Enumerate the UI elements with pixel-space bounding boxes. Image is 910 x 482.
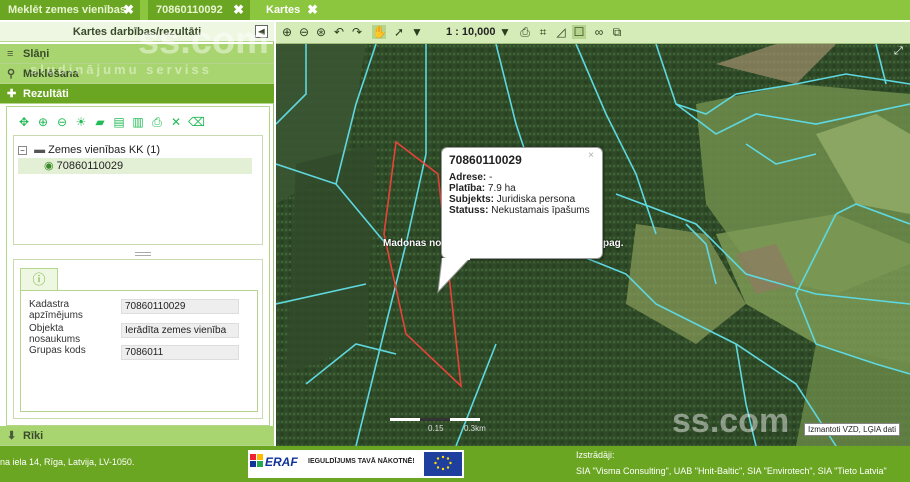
layers-icon: ≡ <box>7 48 14 60</box>
developers-list: SIA "Visma Consulting", UAB "Hnit-Baltic… <box>576 466 887 476</box>
section-tools[interactable]: ⬇ Rīki <box>0 426 274 446</box>
full-extent-icon[interactable]: ⊛ <box>314 25 328 39</box>
popup-subject: Subjekts: Juridiska persona <box>449 194 576 205</box>
svg-text:ERAF: ERAF <box>265 455 298 469</box>
document-icon[interactable]: ▤ <box>112 115 126 129</box>
section-results-label: Rezultāti <box>23 88 69 100</box>
section-layers-label: Slāņi <box>23 48 50 60</box>
tree-group[interactable]: − ▬ Zemes vienības KK (1) <box>18 142 160 158</box>
folder-icon: ▬ <box>34 144 46 156</box>
map-attribution: Izmantoti VZD, LĢIA dati <box>804 423 901 436</box>
field-label: Kadastra apzīmējums <box>29 299 83 321</box>
pan-hand-icon[interactable]: ✋ <box>372 25 387 39</box>
collapse-icon[interactable]: − <box>18 145 27 155</box>
zoom-out-icon[interactable]: ⊖ <box>55 115 69 129</box>
popup-address: Adrese: - <box>449 172 493 183</box>
fullscreen-icon[interactable]: ⤢ <box>894 45 907 58</box>
back-icon[interactable]: ↶ <box>332 25 346 39</box>
info-tab[interactable]: ⓘ <box>20 268 58 290</box>
print-icon[interactable]: ⎙ <box>150 115 164 129</box>
folder-icon[interactable]: ▰ <box>93 115 107 129</box>
collapse-panel-icon[interactable]: ◀ <box>255 25 268 38</box>
delete-icon[interactable]: ⌫ <box>188 115 205 129</box>
zoom-extent-icon[interactable]: ✥ <box>17 115 31 129</box>
layers-edit-icon[interactable]: ⧉ <box>610 25 624 39</box>
chevron-down-icon[interactable]: ▼ <box>410 25 424 39</box>
footer-address: na iela 14, Rīga, Latvija, LV-1050. <box>0 457 135 467</box>
scale-select[interactable]: 1 : 10,000 <box>446 25 496 39</box>
splitter-handle[interactable] <box>135 252 151 256</box>
left-panel: Kartes darbības/rezultāti ◀ ≡ Slāņi ⚲ Me… <box>0 22 274 446</box>
developers-title: Izstrādāji: <box>576 450 615 460</box>
info-icon: ⓘ <box>32 272 46 287</box>
close-icon[interactable]: ✖ <box>307 0 318 20</box>
panel-title: Kartes darbības/rezultāti ◀ <box>0 22 274 42</box>
field-value: 70860110029 <box>121 299 239 314</box>
close-icon[interactable]: ✖ <box>233 0 244 20</box>
results-tree: − ▬ Zemes vienības KK (1) ◉ 70860110029 <box>13 135 263 245</box>
eraf-banner: ERAF IEGULDĪJUMS TAVĀ NĀKOTNĒ! <box>248 450 464 478</box>
tab-bar: Meklēt zemes vienības ✖ 70860110092 ✖ Ka… <box>0 0 910 20</box>
forward-icon[interactable]: ↷ <box>350 25 364 39</box>
clear-icon[interactable]: ✕ <box>169 115 183 129</box>
detail-fields: Kadastra apzīmējums 70860110029 Objekta … <box>20 290 258 412</box>
popup-tail <box>437 258 471 294</box>
footer: na iela 14, Rīga, Latvija, LV-1050. ERAF… <box>0 446 910 482</box>
section-results[interactable]: ✚ Rezultāti <box>0 84 274 104</box>
tab-label: 70860110092 <box>156 4 223 16</box>
print-icon[interactable]: ⎙ <box>518 25 532 39</box>
chevron-down-icon[interactable]: ▼ <box>498 25 512 39</box>
detail-panel: ⓘ Kadastra apzīmējums 70860110029 Objekt… <box>13 259 263 419</box>
popup-area: Platība: 7.9 ha <box>449 183 516 194</box>
zoom-in-icon[interactable]: ⊕ <box>280 25 294 39</box>
identify-icon[interactable]: ➚ <box>392 25 406 39</box>
panel-title-text: Kartes darbības/rezultāti <box>72 26 202 38</box>
field-label: Grupas kods <box>29 345 86 356</box>
tab-label: Meklēt zemes vienības <box>8 4 127 16</box>
tree-item-label: 70860110029 <box>56 160 124 172</box>
tools-icon: ⬇ <box>7 430 17 442</box>
tree-item[interactable]: ◉ 70860110029 <box>18 158 252 174</box>
map-place-label: Madonas no <box>383 238 442 249</box>
field-value: Ierādīta zemes vienība <box>121 323 239 338</box>
parcel-popup: 70860110029 × Adrese: - Platība: 7.9 ha … <box>441 147 603 259</box>
zoom-out-icon[interactable]: ⊖ <box>297 25 311 39</box>
eraf-logo: ERAF <box>250 452 300 476</box>
close-icon[interactable]: ✖ <box>123 0 134 20</box>
section-tools-label: Rīki <box>23 430 44 442</box>
scale-label: 0.3km <box>464 424 486 433</box>
tab-label: Kartes <box>266 4 301 16</box>
tree-group-label: Zemes vienības KK (1) <box>48 144 160 156</box>
scale-label: 0.15 <box>428 424 444 433</box>
eu-flag-icon <box>424 452 462 476</box>
measure-icon[interactable]: ⌗ <box>536 25 550 39</box>
section-layers[interactable]: ≡ Slāņi <box>0 44 274 64</box>
tab-parcel-70860110092[interactable]: 70860110092 ✖ <box>148 0 250 20</box>
search-icon: ⚲ <box>7 68 16 80</box>
map-place-label: pag. <box>603 238 624 249</box>
scale-bar: 0.15 0.3km <box>390 418 486 433</box>
comment-icon[interactable]: ☐ <box>572 25 586 39</box>
parcel-icon: ◉ <box>44 160 54 172</box>
export-icon[interactable]: ▥ <box>131 115 145 129</box>
results-body: ✥ ⊕ ⊖ ☀ ▰ ▤ ▥ ⎙ ✕ ⌫ − ▬ Zemes vienības K… <box>6 106 270 426</box>
area-icon[interactable]: ◿ <box>554 25 568 39</box>
section-search[interactable]: ⚲ Meklēšana <box>0 64 274 84</box>
popup-title: 70860110029 <box>449 153 522 167</box>
popup-status: Statuss: Nekustamais īpašums <box>449 205 590 216</box>
close-icon[interactable]: × <box>588 150 594 161</box>
highlight-icon[interactable]: ☀ <box>74 115 88 129</box>
tab-search-land-units[interactable]: Meklēt zemes vienības ✖ <box>0 0 140 20</box>
pin-icon: ✚ <box>7 88 17 100</box>
tab-maps[interactable]: Kartes ✖ <box>258 0 324 20</box>
field-value: 7086011 <box>121 345 239 360</box>
map-toolbar: ⊕ ⊖ ⊛ ↶ ↷ ✋ ➚ ▼ 1 : 10,000 ▼ ⎙ ⌗ ◿ ☐ ∞ ⧉ <box>276 22 910 44</box>
zoom-in-icon[interactable]: ⊕ <box>36 115 50 129</box>
field-label: Objekta nosaukums <box>29 323 81 345</box>
eraf-slogan: IEGULDĪJUMS TAVĀ NĀKOTNĒ! <box>308 458 415 465</box>
section-search-label: Meklēšana <box>23 68 79 80</box>
link-icon[interactable]: ∞ <box>592 25 606 39</box>
